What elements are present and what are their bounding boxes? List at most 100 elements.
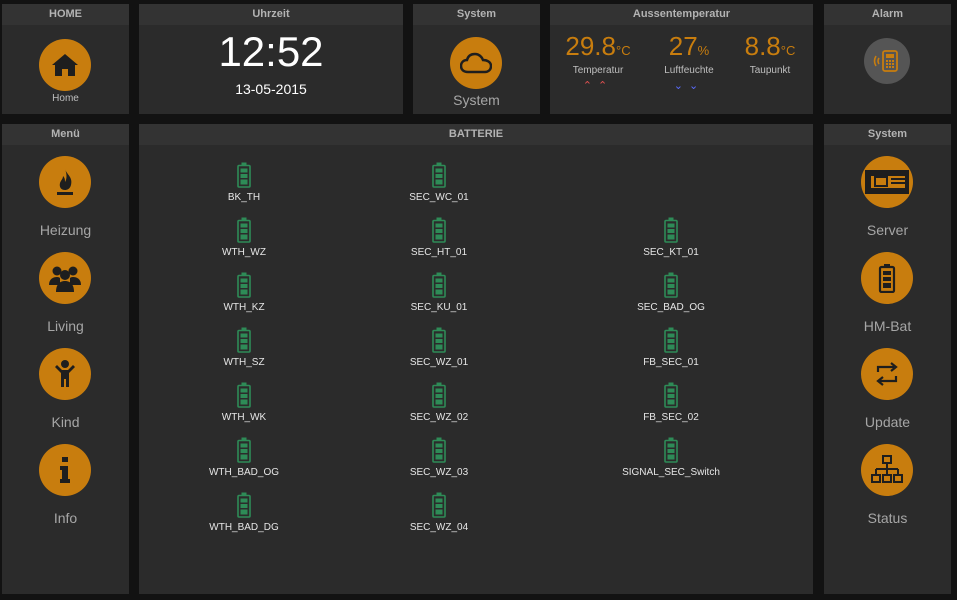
system-status-label: Status: [867, 510, 908, 526]
battery-full-icon: [664, 217, 678, 243]
battery-full-icon: [664, 437, 678, 463]
battery-device-name: SEC_KU_01: [410, 302, 468, 313]
battery-full-icon: [664, 327, 678, 353]
battery-item: BK_TH: [169, 162, 319, 203]
humidity-label: Luftfeuchte: [664, 65, 714, 76]
battery-item: FB_SEC_02: [596, 382, 746, 423]
battery-item: SEC_WZ_01: [364, 327, 514, 368]
battery-item: WTH_BAD_DG: [169, 492, 319, 533]
battery-full-icon: [237, 382, 251, 408]
menu-heizung-label: Heizung: [39, 222, 92, 238]
menu-title: Menü: [2, 124, 129, 145]
system-top-panel: System System: [413, 4, 540, 114]
child-icon: [55, 360, 75, 387]
battery-item: SEC_WC_01: [364, 162, 514, 203]
battery-device-name: WTH_WZ: [222, 247, 266, 258]
weather-panel: Aussentemperatur 29.8°C Temperatur ⌃⌃ 27…: [550, 4, 813, 114]
system-right-title: System: [824, 124, 951, 145]
clock-date: 13-05-2015: [235, 81, 307, 97]
temperature-unit: °C: [616, 43, 631, 58]
battery-item: FB_SEC_01: [596, 327, 746, 368]
battery-full-icon: [664, 382, 678, 408]
menu-info-button[interactable]: [39, 444, 91, 496]
menu-kind-button[interactable]: [39, 348, 91, 400]
battery-device-name: FB_SEC_02: [643, 412, 699, 423]
battery-device-name: SEC_KT_01: [643, 247, 699, 258]
battery-item: WTH_SZ: [169, 327, 319, 368]
battery-full-icon: [432, 272, 446, 298]
battery-full-icon: [237, 272, 251, 298]
battery-device-name: SEC_WZ_01: [409, 357, 469, 368]
system-top-label: System: [453, 92, 500, 108]
battery-device-name: SEC_WZ_04: [409, 522, 469, 533]
menu-kind-label: Kind: [51, 414, 80, 430]
battery-panel: BATTERIE BK_TH WTH_WZ WTH_KZ WTH_SZ WTH_WK WT…: [139, 124, 813, 594]
info-icon: [60, 457, 70, 483]
battery-device-name: SEC_BAD_OG: [637, 302, 705, 313]
system-update-button[interactable]: [861, 348, 913, 400]
menu-heizung-button[interactable]: [39, 156, 91, 208]
system-update-label: Update: [864, 414, 911, 430]
battery-item: SEC_WZ_03: [364, 437, 514, 478]
house-icon: [52, 54, 78, 76]
battery-full-icon: [432, 382, 446, 408]
battery-full-icon: [432, 327, 446, 353]
system-server-button[interactable]: [861, 156, 913, 208]
battery-full-icon: [664, 272, 678, 298]
home-panel: HOME Home: [2, 4, 129, 114]
temperature-readout: 29.8°C Temperatur ⌃⌃: [553, 25, 643, 92]
system-status-button[interactable]: [861, 444, 913, 496]
temperature-value: 29.8: [565, 31, 616, 61]
battery-item: SEC_HT_01: [364, 217, 514, 258]
dewpoint-value: 8.8: [744, 31, 781, 61]
battery-full-icon: [432, 217, 446, 243]
home-title: HOME: [2, 4, 129, 25]
humidity-unit: %: [697, 43, 710, 58]
clock-title: Uhrzeit: [139, 4, 403, 25]
home-button[interactable]: [39, 39, 91, 91]
menu-living-label: Living: [47, 318, 84, 334]
clock-panel: Uhrzeit 12:52 13-05-2015: [139, 4, 403, 114]
humidity-readout: 27% Luftfeuchte ⌄⌄: [644, 25, 734, 92]
temperature-trend-up-icon: ⌃⌃: [582, 80, 614, 92]
people-icon: [49, 266, 81, 292]
alarm-button[interactable]: [864, 38, 910, 84]
system-hmbat-button[interactable]: [861, 252, 913, 304]
battery-item: SEC_BAD_OG: [596, 272, 746, 313]
dewpoint-unit: °C: [780, 43, 796, 58]
alarm-panel: Alarm: [824, 4, 951, 114]
menu-panel: Menü Heizung Living Kind Info: [2, 124, 129, 594]
dewpoint-label: Taupunkt: [749, 65, 791, 76]
battery-item: WTH_WZ: [169, 217, 319, 258]
battery-device-name: SEC_WC_01: [409, 192, 469, 203]
system-right-panel: System Server HM-Bat Update Status: [824, 124, 951, 594]
dewpoint-readout: 8.8°C Taupunkt: [725, 25, 815, 76]
battery-full-icon: [432, 492, 446, 518]
home-label: Home: [52, 93, 79, 104]
battery-device-name: WTH_BAD_OG: [208, 467, 279, 478]
battery-device-name: SIGNAL_SEC_Switch: [622, 467, 720, 478]
battery-device-name: WTH_BAD_DG: [209, 522, 279, 533]
battery-item: SEC_KU_01: [364, 272, 514, 313]
battery-item: SIGNAL_SEC_Switch: [596, 437, 746, 478]
battery-full-icon: [432, 162, 446, 188]
temperature-label: Temperatur: [572, 65, 624, 76]
flame-icon: [57, 169, 73, 195]
system-weather-button[interactable]: [450, 37, 502, 89]
update-icon: [876, 362, 898, 386]
battery-device-name: FB_SEC_01: [643, 357, 699, 368]
battery-full-icon: [237, 162, 251, 188]
battery-item: SEC_WZ_02: [364, 382, 514, 423]
menu-living-button[interactable]: [39, 252, 91, 304]
battery-device-name: SEC_WZ_02: [409, 412, 469, 423]
cloud-icon: [460, 52, 492, 74]
battery-device-name: SEC_HT_01: [410, 247, 468, 258]
menu-info-label: Info: [53, 510, 78, 526]
battery-full-icon: [237, 217, 251, 243]
battery-full-icon: [237, 437, 251, 463]
server-icon: [865, 170, 909, 194]
system-top-title: System: [413, 4, 540, 25]
battery-device-name: WTH_SZ: [223, 357, 265, 368]
battery-full-icon: [432, 437, 446, 463]
battery-item: WTH_KZ: [169, 272, 319, 313]
